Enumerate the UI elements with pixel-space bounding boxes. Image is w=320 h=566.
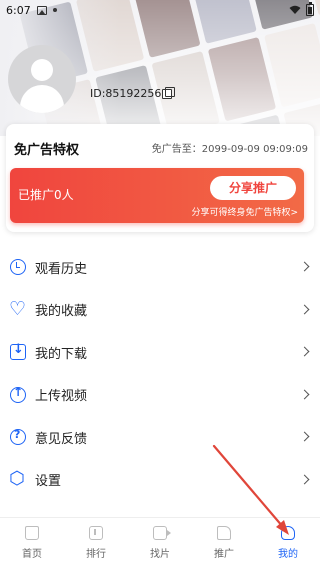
menu-item-settings[interactable]: 设置 [0, 459, 320, 502]
history-icon [10, 259, 26, 276]
card-title: 免广告特权 [14, 143, 80, 158]
ad-free-expire-text: 免广告至：2099-09-09 09:09:09 [151, 144, 308, 155]
nav-tab-label: 排行 [86, 549, 106, 560]
menu-list: 观看历史 我的收藏 我的下载 上传视频 意见反馈 设置 [0, 246, 320, 501]
menu-item-favorites[interactable]: 我的收藏 [0, 289, 320, 332]
chevron-right-icon [299, 261, 310, 272]
ad-free-card: 免广告特权 免广告至：2099-09-09 09:09:09 已推广0人 分享推… [6, 124, 314, 232]
menu-item-watch-history[interactable]: 观看历史 [0, 246, 320, 289]
menu-item-label: 我的下载 [35, 346, 88, 362]
chevron-right-icon [299, 346, 310, 357]
heart-icon [9, 298, 26, 320]
wifi-icon [289, 5, 301, 14]
avatar[interactable] [8, 45, 76, 113]
home-icon [25, 526, 39, 540]
promotion-tip-link[interactable]: 分享可得终身免广告特权> [191, 205, 298, 218]
status-bar: 6:07 [0, 0, 320, 20]
nav-tab-home[interactable]: 首页 [0, 518, 64, 566]
promotion-banner[interactable]: 已推广0人 分享推广 分享可得终身免广告特权> [10, 168, 304, 223]
nav-tab-promote[interactable]: 推广 [192, 518, 256, 566]
nav-tab-me[interactable]: 我的 [256, 518, 320, 566]
chevron-right-icon [299, 304, 310, 315]
profile-icon [281, 526, 295, 540]
settings-icon [9, 468, 26, 489]
menu-item-label: 我的收藏 [35, 304, 88, 320]
copy-icon[interactable] [162, 87, 175, 99]
menu-item-downloads[interactable]: 我的下载 [0, 331, 320, 374]
chevron-right-icon [299, 431, 310, 442]
film-icon [153, 526, 171, 540]
notification-dot-icon [52, 8, 57, 12]
nav-tab-label: 首页 [22, 549, 42, 560]
battery-icon [306, 2, 314, 16]
nav-tab-label: 推广 [214, 549, 234, 560]
download-icon [10, 342, 26, 361]
rank-icon [89, 526, 103, 540]
user-id: ID:85192256 [90, 87, 162, 100]
bottom-nav: 首页 排行 找片 推广 我的 [0, 517, 320, 566]
nav-tab-find[interactable]: 找片 [128, 518, 192, 566]
nav-tab-label: 我的 [278, 549, 298, 560]
avatar-body-shape [20, 85, 64, 113]
promotion-count: 已推广0人 [18, 188, 74, 202]
menu-item-label: 观看历史 [35, 261, 88, 277]
feedback-icon [10, 428, 26, 446]
gallery-icon [36, 5, 47, 15]
menu-item-upload-video[interactable]: 上传视频 [0, 374, 320, 417]
chevron-right-icon [299, 389, 310, 400]
menu-item-label: 设置 [35, 474, 62, 490]
share-promotion-button[interactable]: 分享推广 [210, 176, 296, 200]
status-time: 6:07 [6, 3, 31, 17]
menu-item-feedback[interactable]: 意见反馈 [0, 416, 320, 459]
upload-icon [10, 385, 26, 403]
nav-tab-rank[interactable]: 排行 [64, 518, 128, 566]
avatar-head-shape [31, 59, 53, 81]
menu-item-label: 意见反馈 [35, 431, 88, 447]
thumbs-up-icon [217, 526, 231, 540]
chevron-right-icon [299, 474, 310, 485]
nav-tab-label: 找片 [150, 549, 170, 560]
menu-item-label: 上传视频 [35, 389, 88, 405]
